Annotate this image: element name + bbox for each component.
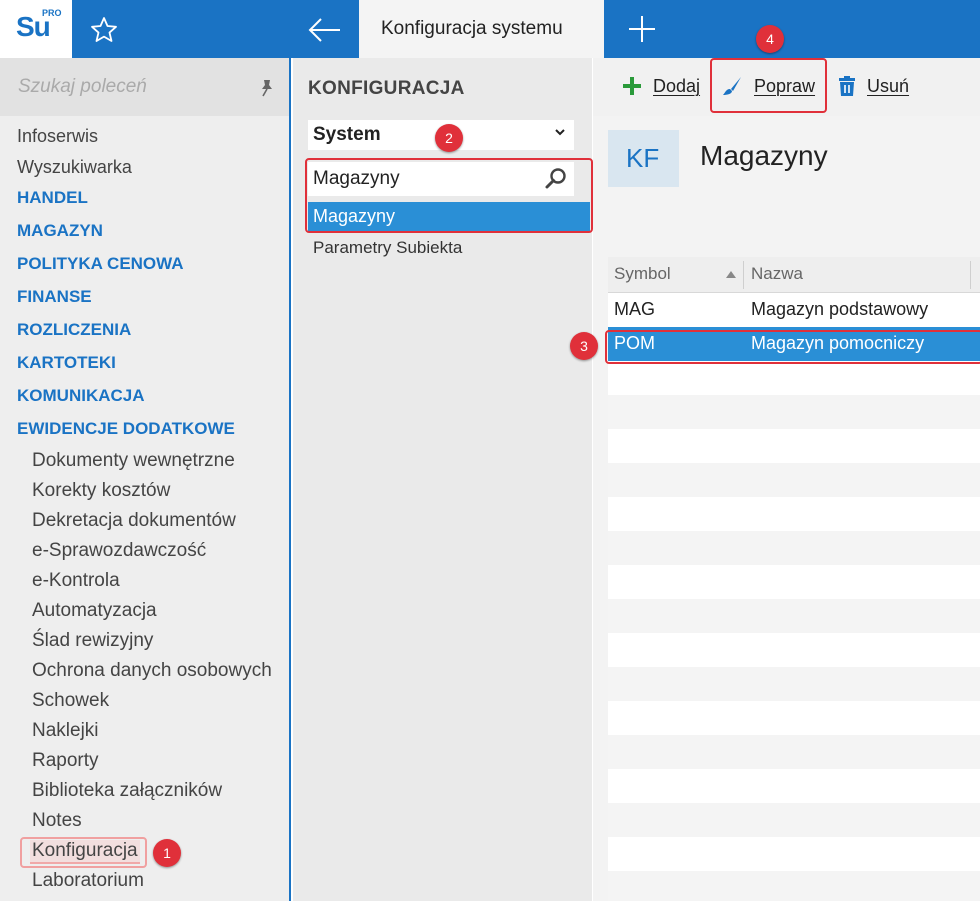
- table-row[interactable]: [608, 667, 980, 701]
- command-search: [0, 58, 289, 116]
- new-tab-plus-icon[interactable]: [626, 12, 658, 46]
- annotation-box-row: [605, 330, 980, 364]
- command-sidebar: Infoserwis Wyszukiwarka HANDEL MAGAZYN POLIT…: [0, 58, 291, 901]
- column-separator[interactable]: [743, 261, 744, 289]
- sidebar-item[interactable]: Ochrona danych osobowych: [32, 660, 272, 682]
- main-panel: Dodaj Popraw Usuń KF Magazyny Symbol Naz…: [593, 58, 980, 901]
- sidebar-item[interactable]: Korekty kosztów: [32, 480, 170, 502]
- table-row[interactable]: [608, 735, 980, 769]
- page-title: Magazyny: [700, 140, 828, 171]
- table-row[interactable]: [608, 497, 980, 531]
- sidebar-section[interactable]: POLITYKA CENOWA: [17, 254, 184, 274]
- module-badge: KF: [608, 130, 679, 187]
- table-row[interactable]: [608, 803, 980, 837]
- sidebar-section[interactable]: ROZLICZENIA: [17, 320, 131, 340]
- step-marker-2: 2: [435, 124, 463, 152]
- module-badge-text: KF: [626, 143, 660, 173]
- sidebar-item[interactable]: Notes: [32, 810, 82, 832]
- table-row[interactable]: [608, 565, 980, 599]
- table-row[interactable]: [608, 633, 980, 667]
- favorites-star-icon[interactable]: [88, 14, 120, 46]
- category-select-value: System: [313, 124, 381, 145]
- step-marker-4: 4: [756, 25, 784, 53]
- column-header-nazwa[interactable]: Nazwa: [751, 264, 803, 284]
- sidebar-section[interactable]: KOMUNIKACJA: [17, 386, 145, 406]
- table-row[interactable]: [608, 871, 980, 901]
- table-row[interactable]: [608, 531, 980, 565]
- sidebar-item[interactable]: Infoserwis: [17, 126, 98, 147]
- sidebar-item[interactable]: Biblioteka załączników: [32, 780, 222, 802]
- sidebar-item[interactable]: Automatyzacja: [32, 600, 157, 622]
- trash-icon: [839, 76, 855, 96]
- table-row[interactable]: MAG Magazyn podstawowy: [608, 293, 980, 327]
- logo-pro-label: PRO: [42, 8, 62, 18]
- table-row[interactable]: [608, 361, 980, 395]
- table-row[interactable]: [608, 701, 980, 735]
- table-row[interactable]: [608, 769, 980, 803]
- command-search-input[interactable]: [0, 58, 289, 116]
- table-row[interactable]: [608, 395, 980, 429]
- table-row[interactable]: [608, 463, 980, 497]
- sidebar-item[interactable]: e-Kontrola: [32, 570, 120, 592]
- sidebar-item[interactable]: Naklejki: [32, 720, 99, 742]
- config-panel-title: KONFIGURACJA: [308, 78, 465, 99]
- grid-header: Symbol Nazwa: [608, 257, 980, 293]
- chevron-down-icon: [555, 129, 565, 136]
- sidebar-section[interactable]: MAGAZYN: [17, 221, 103, 241]
- step-marker-3: 3: [570, 332, 598, 360]
- sidebar-section[interactable]: HANDEL: [17, 188, 88, 208]
- plus-icon: [623, 77, 641, 95]
- sidebar-item[interactable]: Dokumenty wewnętrzne: [32, 450, 235, 472]
- column-separator[interactable]: [970, 261, 971, 289]
- config-list-item[interactable]: Parametry Subiekta: [313, 238, 462, 258]
- tab-konfiguracja-systemu[interactable]: Konfiguracja systemu: [359, 0, 604, 58]
- table-row[interactable]: [608, 429, 980, 463]
- delete-button[interactable]: Usuń: [835, 74, 915, 102]
- column-header-symbol[interactable]: Symbol: [614, 264, 671, 284]
- annotation-box-filter: [305, 158, 593, 233]
- sidebar-item[interactable]: Laboratorium: [32, 870, 144, 892]
- sidebar-item[interactable]: Ślad rewizyjny: [32, 630, 153, 652]
- annotation-box-konfiguracja: [20, 837, 147, 868]
- sidebar-item[interactable]: e-Sprawozdawczość: [32, 540, 206, 562]
- sidebar-item[interactable]: Wyszukiwarka: [17, 157, 132, 178]
- cell-name: Magazyn podstawowy: [751, 299, 929, 319]
- back-arrow-icon[interactable]: [306, 14, 344, 46]
- sort-ascending-icon: [726, 271, 736, 278]
- add-button[interactable]: Dodaj: [620, 74, 705, 102]
- top-bar: Su PRO Konfiguracja systemu: [0, 0, 980, 58]
- table-row[interactable]: [608, 837, 980, 871]
- pin-icon[interactable]: [258, 78, 276, 98]
- table-row[interactable]: [608, 599, 980, 633]
- step-marker-1: 1: [153, 839, 181, 867]
- sidebar-section[interactable]: KARTOTEKI: [17, 353, 116, 373]
- sidebar-section[interactable]: EWIDENCJE DODATKOWE: [17, 419, 235, 439]
- annotation-box-edit: [710, 58, 827, 113]
- sidebar-item[interactable]: Raporty: [32, 750, 99, 772]
- sidebar-item[interactable]: Dekretacja dokumentów: [32, 510, 236, 532]
- sidebar-section[interactable]: FINANSE: [17, 287, 92, 307]
- delete-button-label: Usuń: [867, 76, 910, 96]
- add-button-label: Dodaj: [653, 76, 701, 96]
- tab-label: Konfiguracja systemu: [381, 18, 563, 39]
- sidebar-item[interactable]: Schowek: [32, 690, 109, 712]
- app-logo[interactable]: Su PRO: [0, 0, 72, 58]
- cell-symbol: MAG: [614, 299, 656, 319]
